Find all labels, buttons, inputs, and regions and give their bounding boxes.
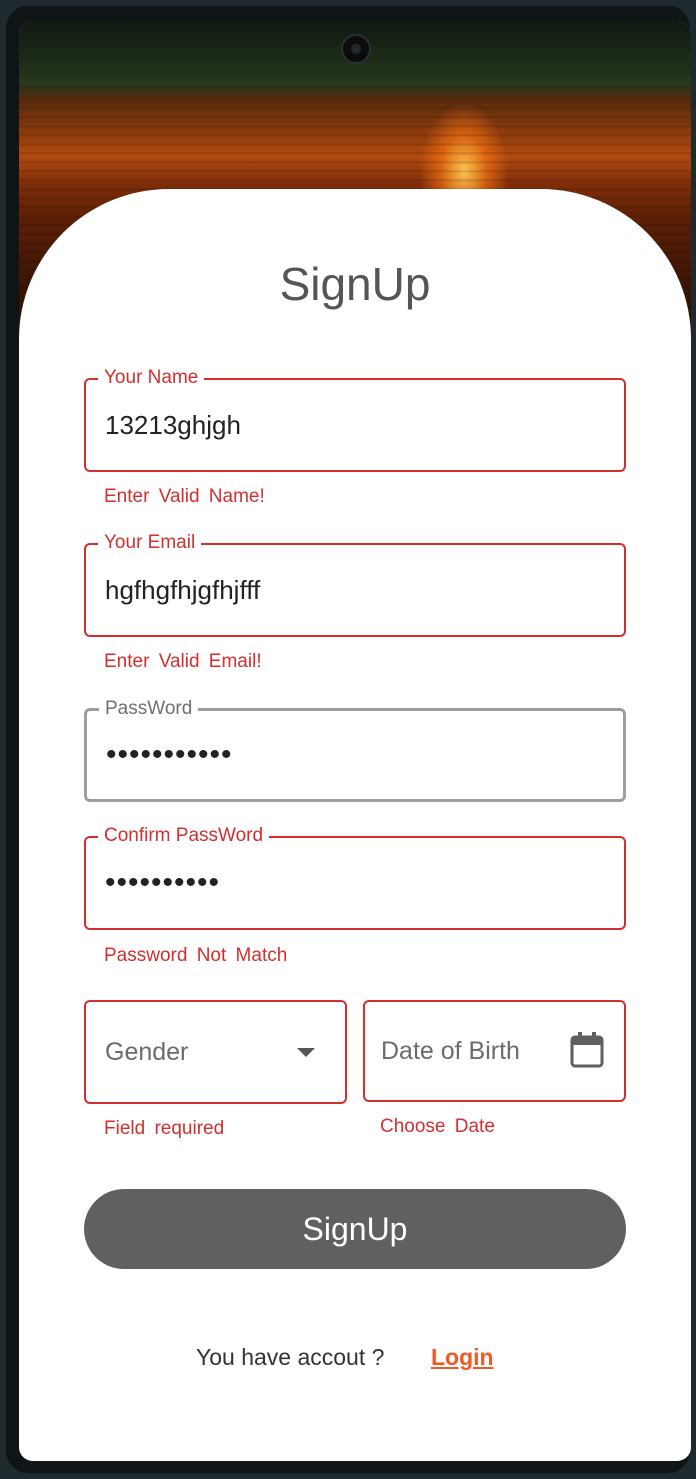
confirm-password-field[interactable]: Confirm PassWord •••••••••• xyxy=(84,824,626,930)
date-of-birth-field[interactable]: Date of Birth xyxy=(363,1000,626,1102)
page-title: SignUp xyxy=(279,258,431,310)
signup-card: SignUp Your Name 13213ghjgh Enter Valid … xyxy=(19,189,691,1461)
name-error: Enter Valid Name! xyxy=(104,486,265,507)
calendar-icon[interactable] xyxy=(570,1032,604,1068)
email-input[interactable]: hgfhgfhjgfhjfff xyxy=(105,545,260,635)
app-screen: SignUp Your Name 13213ghjgh Enter Valid … xyxy=(19,21,691,1461)
confirm-password-input[interactable]: •••••••••• xyxy=(105,838,220,928)
gender-placeholder: Gender xyxy=(105,1037,189,1066)
password-input[interactable]: ••••••••••• xyxy=(106,711,233,799)
name-field[interactable]: Your Name 13213ghjgh xyxy=(84,366,626,472)
date-of-birth-error: Choose Date xyxy=(380,1116,495,1137)
date-of-birth-placeholder: Date of Birth xyxy=(381,1036,520,1065)
dropdown-arrow-icon[interactable] xyxy=(297,1048,315,1057)
phone-frame: SignUp Your Name 13213ghjgh Enter Valid … xyxy=(6,6,691,1473)
gender-error: Field required xyxy=(104,1118,225,1139)
name-input[interactable]: 13213ghjgh xyxy=(105,380,241,470)
email-error: Enter Valid Email! xyxy=(104,651,262,672)
front-camera xyxy=(341,34,371,64)
email-field[interactable]: Your Email hgfhgfhjgfhjfff xyxy=(84,531,626,637)
confirm-password-error: Password Not Match xyxy=(104,945,288,966)
password-field[interactable]: PassWord ••••••••••• xyxy=(84,697,626,802)
gender-select[interactable]: Gender xyxy=(84,1000,347,1104)
signup-button[interactable]: SignUp xyxy=(84,1189,626,1269)
login-link[interactable]: Login xyxy=(431,1344,494,1371)
have-account-text: You have accout ? xyxy=(196,1344,385,1370)
